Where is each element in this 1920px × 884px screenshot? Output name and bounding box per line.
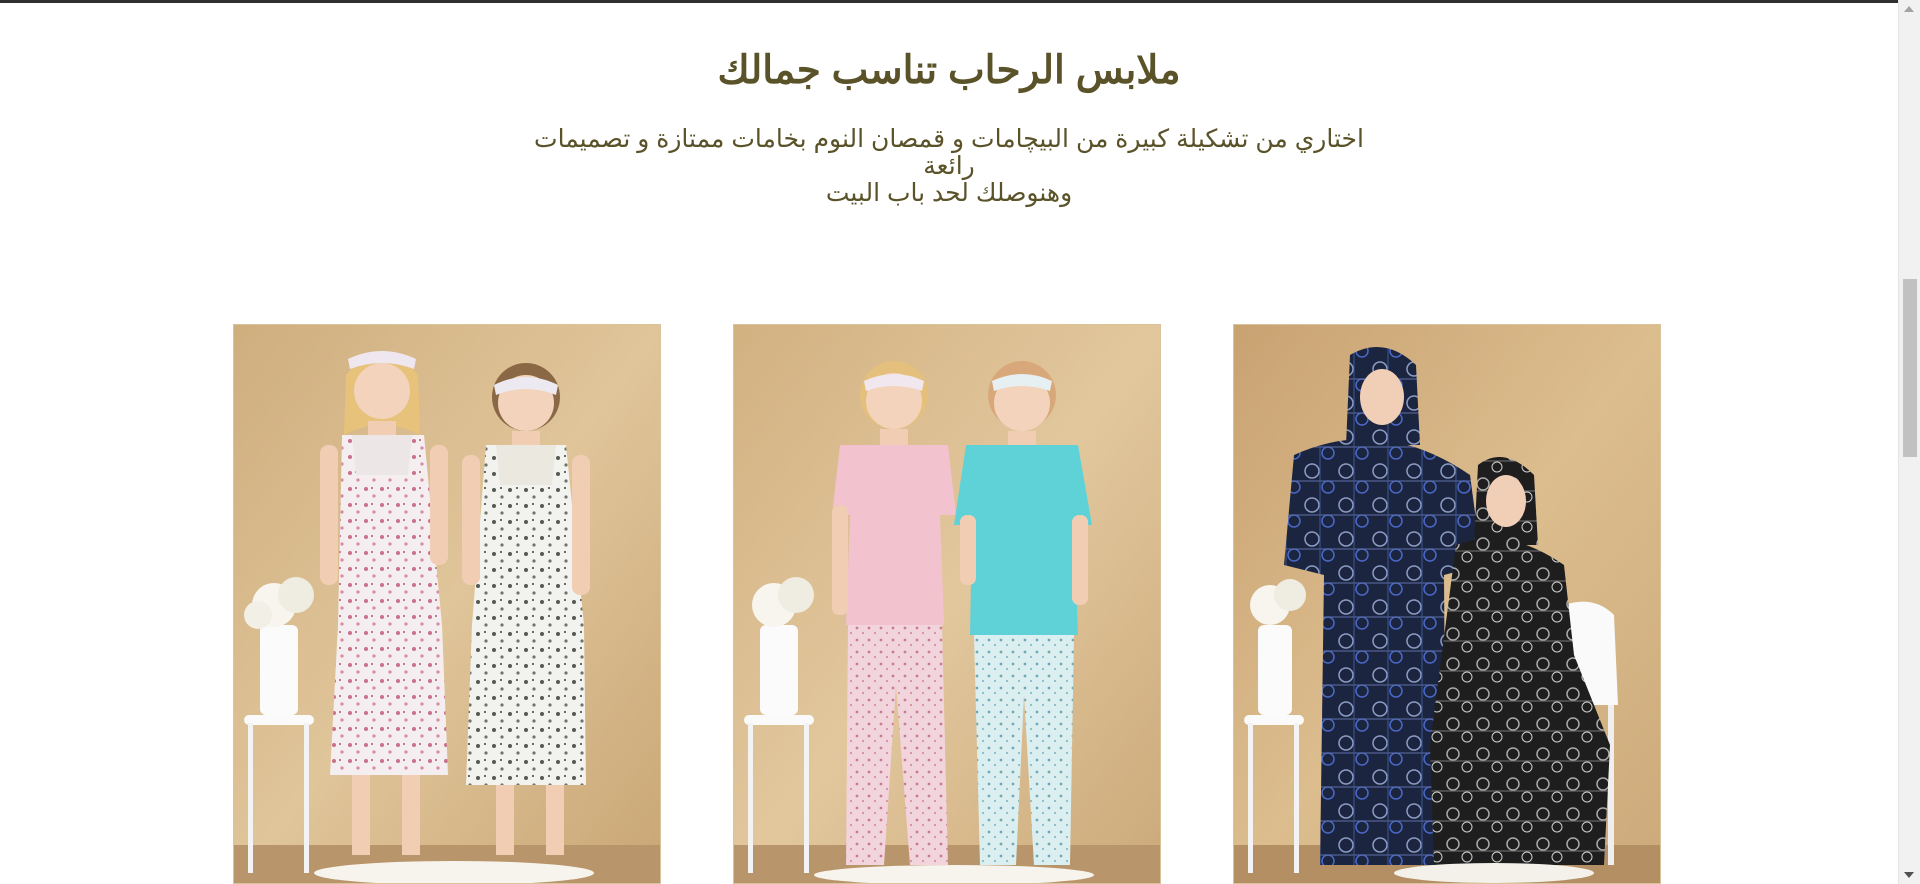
scroll-down-arrow-icon[interactable] [1904,872,1914,878]
product-card-pajamas[interactable] [733,324,1161,884]
vertical-scrollbar[interactable] [1898,0,1920,884]
product-card-abayas[interactable] [1233,324,1661,884]
subtitle-line-1: اختاري من تشكيلة كبيرة من البيچامات و قم… [534,125,1364,180]
scroll-up-arrow-icon[interactable] [1904,6,1914,12]
two-women-floral-nightgowns-photo [234,325,660,883]
scrollbar-thumb[interactable] [1903,279,1917,457]
section-subtitle: اختاري من تشكيلة كبيرة من البيچامات و قم… [519,126,1379,207]
subtitle-line-2: وهنوصلك لحد باب البيت [825,179,1073,207]
section-title: ملابس الرحاب تناسب جمالك [717,49,1181,92]
product-card-nightgowns[interactable] [233,324,661,884]
two-women-pajama-sets-photo [734,325,1160,883]
page-content: ملابس الرحاب تناسب جمالك اختاري من تشكيل… [0,0,1898,884]
two-women-printed-abayas-photo [1234,325,1660,883]
